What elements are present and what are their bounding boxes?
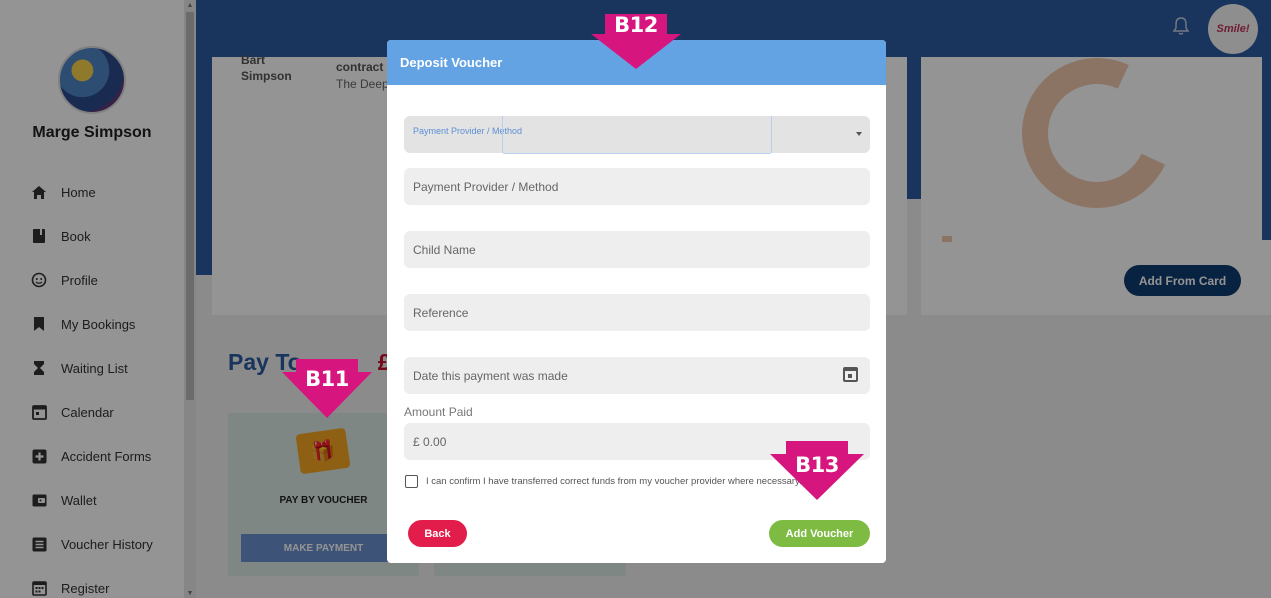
annotation-label: B13 bbox=[795, 453, 839, 477]
chevron-down-icon bbox=[856, 132, 862, 136]
confirm-checkbox[interactable] bbox=[405, 475, 418, 488]
child-name-input[interactable]: Child Name bbox=[404, 231, 870, 268]
payment-provider-input[interactable]: Payment Provider / Method bbox=[404, 168, 870, 205]
payment-provider-placeholder: Payment Provider / Method bbox=[413, 179, 559, 194]
annotation-label: B11 bbox=[305, 367, 349, 391]
modal-title: Deposit Voucher bbox=[400, 55, 503, 70]
child-name-placeholder: Child Name bbox=[413, 242, 476, 257]
payment-date-input[interactable]: Date this payment was made bbox=[404, 357, 870, 394]
select-focus-outline bbox=[502, 116, 772, 154]
reference-placeholder: Reference bbox=[413, 305, 469, 320]
calendar-icon[interactable] bbox=[843, 367, 858, 382]
amount-paid-value: £ 0.00 bbox=[413, 434, 447, 449]
add-voucher-button[interactable]: Add Voucher bbox=[769, 520, 870, 547]
amount-paid-label: Amount Paid bbox=[404, 405, 473, 419]
annotation-label: B12 bbox=[614, 13, 658, 37]
reference-input[interactable]: Reference bbox=[404, 294, 870, 331]
payment-date-placeholder: Date this payment was made bbox=[413, 368, 568, 383]
back-button[interactable]: Back bbox=[408, 520, 467, 547]
confirm-text: I can confirm I have transferred correct… bbox=[426, 476, 802, 487]
payment-provider-select[interactable]: Payment Provider / Method bbox=[404, 116, 870, 154]
